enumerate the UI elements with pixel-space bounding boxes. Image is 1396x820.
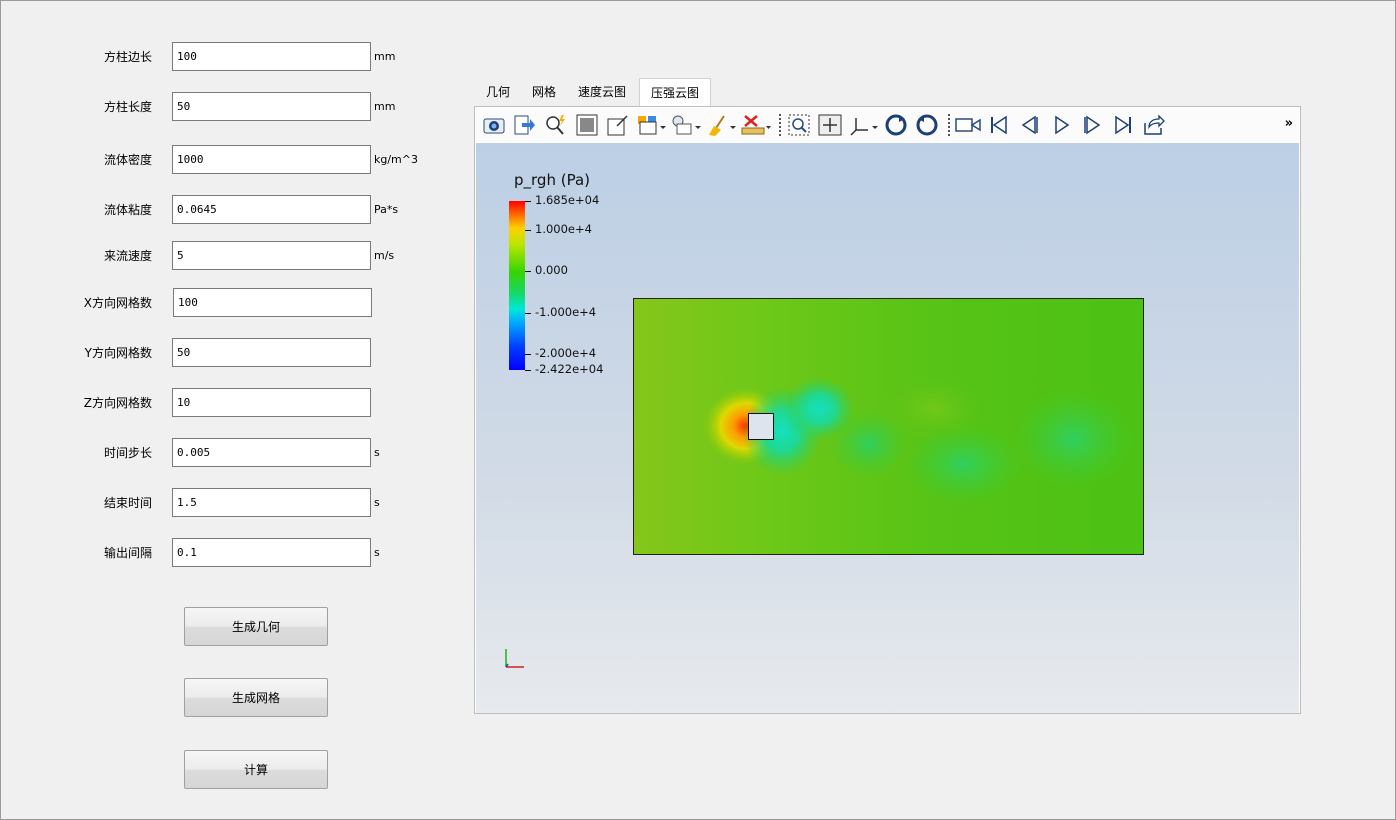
- tab-mesh[interactable]: 网格: [521, 78, 567, 106]
- toolbar-separator: [779, 114, 781, 136]
- scalar-bar-tick: [525, 230, 531, 231]
- field-input[interactable]: [172, 388, 371, 417]
- scalar-bar-tick: [525, 313, 531, 314]
- field-label: 方柱长度: [103, 100, 152, 114]
- main-window: 方柱边长 mm 方柱长度 mm 流体密度 kg/m^3 流体粘度 Pa*s 来流速度 m/s X方向…: [0, 0, 1396, 820]
- scalar-bar-label-min: -2.422e+04: [535, 362, 604, 376]
- field-label: Y方向网格数: [84, 346, 152, 360]
- scalar-bar-title: p_rgh (Pa): [514, 171, 590, 189]
- field-input[interactable]: [172, 195, 371, 224]
- field-unit: s: [374, 446, 380, 459]
- pressure-contour-domain: [633, 298, 1144, 555]
- field-label: 结束时间: [103, 496, 152, 510]
- field-label: 流体密度: [103, 153, 152, 167]
- previous-frame-icon[interactable]: [1016, 112, 1044, 138]
- field-label: 流体粘度: [103, 203, 152, 217]
- reset-view-icon[interactable]: [573, 112, 601, 138]
- field-label: 来流速度: [103, 249, 152, 263]
- field-label: X方向网格数: [83, 296, 152, 310]
- zoom-to-data-icon[interactable]: [542, 112, 570, 138]
- render-viewer: » p_rgh (Pa) 1.685e+04 1.000e+4 0.000 -1…: [474, 106, 1301, 714]
- rotate-cw-icon[interactable]: [882, 112, 910, 138]
- field-input[interactable]: [172, 241, 371, 270]
- field-unit: mm: [374, 50, 396, 63]
- field-unit: Pa*s: [374, 203, 399, 216]
- field-unit: kg/m^3: [374, 153, 418, 166]
- orient-axes-icon[interactable]: [604, 112, 632, 138]
- light-icon[interactable]: [670, 112, 702, 138]
- field-label: 输出间隔: [103, 546, 152, 560]
- field-unit: s: [374, 546, 380, 559]
- clean-icon[interactable]: [705, 112, 737, 138]
- scalar-bar: [509, 201, 525, 370]
- scalar-bar-label: 1.000e+4: [535, 222, 592, 236]
- scalar-bar-tick: [525, 354, 531, 355]
- generate-geometry-button[interactable]: 生成几何: [184, 607, 328, 646]
- render-view-3d[interactable]: p_rgh (Pa) 1.685e+04 1.000e+4 0.000 -1.0…: [476, 143, 1299, 713]
- tab-pressure-contour[interactable]: 压强云图: [639, 78, 712, 107]
- scalar-bar-tick: [525, 370, 531, 371]
- field-unit: m/s: [374, 249, 395, 262]
- scalar-bar-label: 0.000: [535, 263, 568, 277]
- last-frame-icon[interactable]: [1109, 112, 1137, 138]
- field-unit: mm: [374, 100, 396, 113]
- camera-record-icon[interactable]: [954, 112, 982, 138]
- ruler-icon[interactable]: [740, 112, 772, 138]
- play-icon[interactable]: [1047, 112, 1075, 138]
- export-icon[interactable]: [511, 112, 539, 138]
- tab-velocity-contour[interactable]: 速度云图: [567, 78, 637, 106]
- scalar-bar-tick: [525, 271, 531, 272]
- tab-geometry[interactable]: 几何: [475, 78, 521, 106]
- first-frame-icon[interactable]: [985, 112, 1013, 138]
- field-input[interactable]: [172, 145, 371, 174]
- field-input[interactable]: [173, 288, 372, 317]
- field-label: 时间步长: [103, 446, 152, 460]
- field-input[interactable]: [172, 488, 371, 517]
- field-label: Z方向网格数: [83, 396, 152, 410]
- loop-icon[interactable]: [1140, 112, 1168, 138]
- view-toolbar: »: [476, 108, 1299, 142]
- generate-mesh-button[interactable]: 生成网格: [184, 678, 328, 717]
- camera-icon[interactable]: [480, 112, 508, 138]
- toolbar-separator: [948, 114, 950, 136]
- square-cylinder: [748, 413, 774, 440]
- next-frame-icon[interactable]: [1078, 112, 1106, 138]
- toolbar-overflow-button[interactable]: »: [1285, 116, 1293, 131]
- scalar-bar-label: -1.000e+4: [535, 305, 597, 319]
- field-input[interactable]: [172, 438, 371, 467]
- compute-button[interactable]: 计算: [184, 750, 328, 789]
- field-unit: s: [374, 496, 380, 509]
- field-input[interactable]: [172, 338, 371, 367]
- pan-box-icon[interactable]: [816, 112, 844, 138]
- field-input[interactable]: [172, 92, 371, 121]
- scalar-bar-label-max: 1.685e+04: [535, 193, 600, 207]
- zoom-box-icon[interactable]: [785, 112, 813, 138]
- field-input[interactable]: [172, 538, 371, 567]
- field-input[interactable]: [172, 42, 371, 71]
- rotate-ccw-icon[interactable]: [913, 112, 941, 138]
- axes-orientation-widget: [505, 649, 524, 668]
- scalar-bar-label: -2.000e+4: [535, 346, 597, 360]
- layout-icon[interactable]: [635, 112, 667, 138]
- scalar-bar-tick: [525, 201, 531, 202]
- pressure-field: [634, 299, 1143, 554]
- result-tab-bar: 几何 网格 速度云图 压强云图: [475, 78, 712, 107]
- field-label: 方柱边长: [103, 50, 152, 64]
- axes-orientation-icon[interactable]: [847, 112, 879, 138]
